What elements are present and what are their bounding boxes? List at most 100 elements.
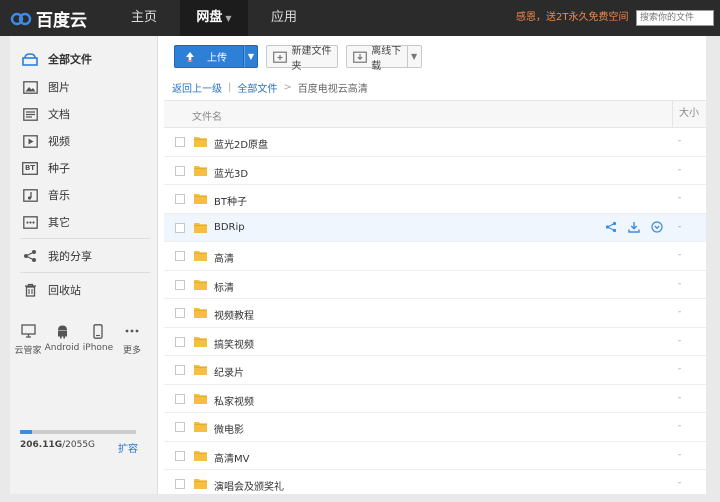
file-name[interactable]: 演唱会及颁奖礼 — [214, 478, 284, 493]
breadcrumb-all-files[interactable]: 全部文件 — [237, 80, 277, 95]
sidebar-item-label: 图片 — [48, 81, 70, 94]
row-checkbox[interactable] — [175, 336, 185, 347]
file-row[interactable]: 高清MV - — [164, 442, 706, 470]
row-checkbox[interactable] — [175, 450, 185, 461]
breadcrumb: 返回上一级 | 全部文件 > 百度电视云高清 — [172, 80, 368, 95]
baidu-cloud-logo-icon — [10, 12, 32, 26]
file-row[interactable]: 视频教程 - — [164, 299, 706, 328]
share-icon[interactable] — [604, 221, 617, 234]
device-label: iPhone — [82, 343, 114, 353]
sidebar-item-music[interactable]: 音乐 — [10, 183, 158, 207]
sidebar-item-documents[interactable]: 文档 — [10, 102, 158, 126]
download-icon[interactable] — [627, 221, 640, 234]
top-bar: 百度云 主页 网盘 ▼ 应用 感恩，送2T永久免费空间 — [0, 0, 720, 36]
row-checkbox[interactable] — [175, 422, 185, 432]
file-name[interactable]: 高清 — [214, 250, 234, 265]
breadcrumb-back[interactable]: 返回上一级 — [172, 80, 222, 95]
sidebar-item-torrents[interactable]: BT 种子 — [10, 156, 158, 180]
file-name[interactable]: 高清MV — [214, 450, 249, 465]
file-row[interactable]: 标清 - — [164, 271, 706, 299]
row-checkbox[interactable] — [175, 393, 185, 404]
sidebar-item-label: 回收站 — [48, 284, 81, 297]
file-row[interactable]: 私家视频 - — [164, 385, 706, 413]
file-size: - — [678, 307, 682, 317]
document-icon — [22, 106, 38, 122]
folder-icon — [194, 222, 207, 233]
sidebar: 全部文件 图片 文档 视频 BT 种子 音乐 其它 我的分享 回收站 云管家 A… — [10, 36, 158, 494]
file-row[interactable]: 纪录片 - — [164, 356, 706, 385]
file-name[interactable]: 搞笑视频 — [214, 336, 254, 351]
device-android[interactable]: Android — [44, 322, 80, 353]
promo-link[interactable]: 感恩，送2T永久免费空间 — [516, 0, 628, 36]
row-checkbox[interactable] — [175, 137, 185, 147]
offline-download-dropdown[interactable]: ▼ — [408, 45, 422, 68]
sidebar-item-label: 种子 — [48, 162, 70, 175]
file-name[interactable]: BT种子 — [214, 193, 247, 208]
device-iphone[interactable]: iPhone — [80, 322, 116, 353]
device-cloud-manager[interactable]: 云管家 — [10, 322, 46, 356]
row-checkbox[interactable] — [175, 479, 185, 489]
file-name[interactable]: 蓝光3D — [214, 165, 248, 180]
file-name[interactable]: 纪录片 — [214, 364, 244, 379]
more-options-icon[interactable] — [650, 221, 663, 234]
file-name[interactable]: 私家视频 — [214, 393, 254, 408]
file-size: - — [678, 392, 682, 403]
file-row[interactable]: 蓝光2D原盘 - — [164, 128, 706, 157]
nav-home[interactable]: 主页 — [118, 0, 170, 36]
upload-button[interactable]: 上传 — [174, 45, 244, 68]
chevron-down-icon: ▼ — [225, 14, 232, 23]
ellipsis-icon — [114, 322, 150, 340]
row-checkbox[interactable] — [175, 222, 185, 233]
quota-used: 206.11G — [20, 440, 63, 450]
folder-icon — [194, 308, 207, 318]
sidebar-item-label: 我的分享 — [48, 250, 92, 263]
nav-disk-label: 网盘 — [196, 10, 223, 25]
sidebar-item-all-files[interactable]: 全部文件 — [10, 47, 158, 71]
file-row[interactable]: BDRip - — [164, 213, 706, 242]
frame-left — [0, 36, 10, 502]
folder-icon — [194, 422, 207, 432]
file-row[interactable]: 高清 - — [164, 242, 706, 271]
offline-download-button[interactable]: 离线下载 — [346, 45, 408, 72]
column-header-size[interactable]: 大小 — [672, 101, 706, 127]
sidebar-item-other[interactable]: 其它 — [10, 210, 158, 234]
file-row[interactable]: 微电影 - — [164, 413, 706, 442]
folder-icon — [194, 137, 207, 147]
search-input[interactable] — [636, 10, 714, 26]
file-name[interactable]: BDRip — [214, 222, 245, 233]
expand-storage-link[interactable]: 扩容 — [118, 440, 138, 455]
sidebar-item-label: 视频 — [48, 135, 70, 148]
cloud-folder-icon — [22, 51, 38, 67]
sidebar-item-my-shares[interactable]: 我的分享 — [10, 244, 158, 268]
row-checkbox[interactable] — [175, 194, 185, 204]
row-checkbox[interactable] — [175, 165, 185, 176]
sidebar-item-videos[interactable]: 视频 — [10, 129, 158, 153]
column-header-name[interactable]: 文件名 — [192, 108, 222, 123]
sidebar-item-label: 文档 — [48, 108, 70, 121]
share-icon — [22, 248, 38, 264]
breadcrumb-separator: > — [283, 81, 292, 93]
file-size: - — [678, 221, 682, 232]
row-checkbox[interactable] — [175, 279, 185, 290]
chevron-down-icon: ▼ — [411, 52, 418, 61]
file-name[interactable]: 微电影 — [214, 421, 244, 436]
device-more[interactable]: 更多 — [114, 322, 150, 356]
file-row[interactable]: 搞笑视频 - — [164, 328, 706, 356]
file-row[interactable]: 蓝光3D - — [164, 157, 706, 185]
nav-apps[interactable]: 应用 — [258, 0, 310, 36]
file-name[interactable]: 标清 — [214, 279, 234, 294]
file-name[interactable]: 蓝光2D原盘 — [214, 136, 268, 151]
file-name[interactable]: 视频教程 — [214, 307, 254, 322]
file-row[interactable]: BT种子 - — [164, 185, 706, 214]
nav-disk[interactable]: 网盘 ▼ — [180, 0, 248, 36]
brand-logo[interactable]: 百度云 — [10, 6, 87, 31]
row-checkbox[interactable] — [175, 308, 185, 318]
sidebar-item-images[interactable]: 图片 — [10, 75, 158, 99]
offline-download-label: 离线下载 — [371, 45, 402, 72]
file-size: - — [678, 164, 682, 175]
new-folder-button[interactable]: 新建文件夹 — [266, 45, 338, 72]
row-checkbox[interactable] — [175, 365, 185, 375]
upload-dropdown-button[interactable]: ▼ — [244, 45, 258, 68]
sidebar-item-recycle-bin[interactable]: 回收站 — [10, 278, 158, 302]
row-checkbox[interactable] — [175, 251, 185, 261]
